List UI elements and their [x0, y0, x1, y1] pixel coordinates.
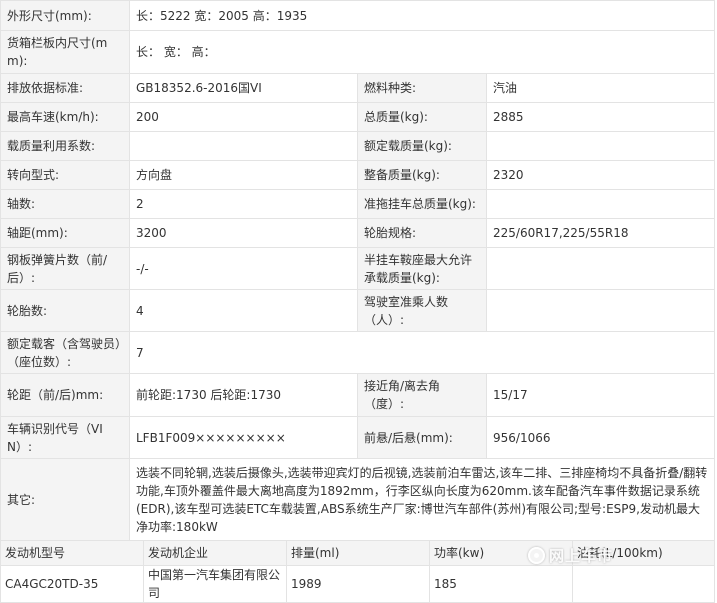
- spec-label: 额定载客（含驾驶员）（座位数）:: [0, 331, 130, 374]
- spec-label: 准拖挂车总质量(kg):: [357, 189, 487, 219]
- spec-label: 额定载质量(kg):: [357, 131, 487, 161]
- engine-header-cell: 发动机型号: [0, 540, 144, 566]
- spec-row: 货箱栏板内尺寸(mm): 长： 宽： 高：: [0, 30, 716, 74]
- spec-row: 其它: 选装不同轮辋,选装后摄像头,选装带迎宾灯的后视镜,选装前泊车雷达,该车二…: [0, 458, 716, 541]
- engine-cell: 中国第一汽车集团有限公司: [143, 565, 287, 603]
- spec-row: 轴距(mm): 3200 轮胎规格: 225/60R17,225/55R18: [0, 218, 716, 248]
- spec-value: 2320: [485, 160, 716, 190]
- spec-value: 选装不同轮辋,选装后摄像头,选装带迎宾灯的后视镜,选装前泊车雷达,该车二排、三排…: [128, 458, 716, 541]
- spec-label: 车辆识别代号（VIN）:: [0, 416, 130, 459]
- spec-label: 钢板弹簧片数（前/后）:: [0, 247, 130, 290]
- spec-value: 3200: [129, 218, 358, 248]
- spec-label: 轴数:: [0, 189, 130, 219]
- spec-value: [485, 131, 716, 161]
- spec-label: 前悬/后悬(mm):: [357, 416, 487, 459]
- spec-label: 货箱栏板内尺寸(mm):: [0, 30, 130, 74]
- spec-value: 2885: [485, 102, 716, 132]
- engine-cell: CA4GC20TD-35: [0, 565, 144, 603]
- spec-row: 轮距（前/后)mm: 前轮距:1730 后轮距:1730 接近角/离去角（度）:…: [0, 373, 716, 417]
- spec-value: [485, 289, 716, 332]
- spec-row: 轮胎数: 4 驾驶室准乘人数（人）:: [0, 289, 716, 332]
- spec-row: 转向型式: 方向盘 整备质量(kg): 2320: [0, 160, 716, 190]
- spec-label: 其它:: [0, 458, 130, 541]
- engine-table: 发动机型号 发动机企业 排量(ml) 功率(kw) 油耗(L/100km) CA…: [0, 540, 715, 603]
- engine-header-cell: 排量(ml): [286, 540, 430, 566]
- spec-row: 额定载客（含驾驶员）（座位数）: 7: [0, 331, 716, 374]
- spec-value: 长： 宽： 高：: [128, 30, 716, 74]
- spec-label: 总质量(kg):: [357, 102, 487, 132]
- spec-value: LFB1F009×××××××××: [129, 416, 358, 459]
- spec-value: 长：5222 宽：2005 高：1935: [128, 0, 716, 31]
- spec-value: 方向盘: [129, 160, 358, 190]
- spec-value: 15/17: [485, 373, 716, 417]
- spec-value: [485, 189, 716, 219]
- spec-label: 轮胎数:: [0, 289, 130, 332]
- spec-label: 载质量利用系数:: [0, 131, 130, 161]
- spec-value: 前轮距:1730 后轮距:1730: [129, 373, 358, 417]
- spec-label: 最高车速(km/h):: [0, 102, 130, 132]
- spec-row: 排放依据标准: GB18352.6-2016国VI 燃料种类: 汽油: [0, 73, 716, 103]
- spec-value: [485, 247, 716, 290]
- spec-table: 外形尺寸(mm): 长：5222 宽：2005 高：1935 货箱栏板内尺寸(m…: [0, 0, 716, 541]
- spec-value: 956/1066: [485, 416, 716, 459]
- spec-row: 轴数: 2 准拖挂车总质量(kg):: [0, 189, 716, 219]
- spec-label: 转向型式:: [0, 160, 130, 190]
- spec-value: -/-: [129, 247, 358, 290]
- spec-label: 驾驶室准乘人数（人）:: [357, 289, 487, 332]
- engine-header-cell: 发动机企业: [143, 540, 287, 566]
- spec-label: 接近角/离去角（度）:: [357, 373, 487, 417]
- engine-cell: [572, 565, 715, 603]
- spec-value: [129, 131, 358, 161]
- spec-label: 外形尺寸(mm):: [0, 0, 130, 31]
- spec-row: 车辆识别代号（VIN）: LFB1F009××××××××× 前悬/后悬(mm)…: [0, 416, 716, 459]
- spec-label: 燃料种类:: [357, 73, 487, 103]
- engine-header-cell: 油耗(L/100km): [572, 540, 715, 566]
- engine-data-row: CA4GC20TD-35 中国第一汽车集团有限公司 1989 185: [0, 565, 715, 603]
- spec-label: 轴距(mm):: [0, 218, 130, 248]
- engine-cell: 1989: [286, 565, 430, 603]
- spec-value: 7: [128, 331, 716, 374]
- spec-value: 225/60R17,225/55R18: [485, 218, 716, 248]
- spec-row: 钢板弹簧片数（前/后）: -/- 半挂车鞍座最大允许承载质量(kg):: [0, 247, 716, 290]
- spec-value: 2: [129, 189, 358, 219]
- spec-value: 200: [129, 102, 358, 132]
- spec-value: 4: [129, 289, 358, 332]
- spec-row: 最高车速(km/h): 200 总质量(kg): 2885: [0, 102, 716, 132]
- engine-header-row: 发动机型号 发动机企业 排量(ml) 功率(kw) 油耗(L/100km): [0, 540, 715, 566]
- spec-label: 轮胎规格:: [357, 218, 487, 248]
- spec-label: 轮距（前/后)mm:: [0, 373, 130, 417]
- engine-header-cell: 功率(kw): [429, 540, 573, 566]
- spec-value: GB18352.6-2016国VI: [129, 73, 358, 103]
- engine-cell: 185: [429, 565, 573, 603]
- spec-label: 排放依据标准:: [0, 73, 130, 103]
- spec-label: 整备质量(kg):: [357, 160, 487, 190]
- spec-value: 汽油: [485, 73, 716, 103]
- spec-label: 半挂车鞍座最大允许承载质量(kg):: [357, 247, 487, 290]
- spec-row: 载质量利用系数: 额定载质量(kg):: [0, 131, 716, 161]
- spec-row: 外形尺寸(mm): 长：5222 宽：2005 高：1935: [0, 0, 716, 31]
